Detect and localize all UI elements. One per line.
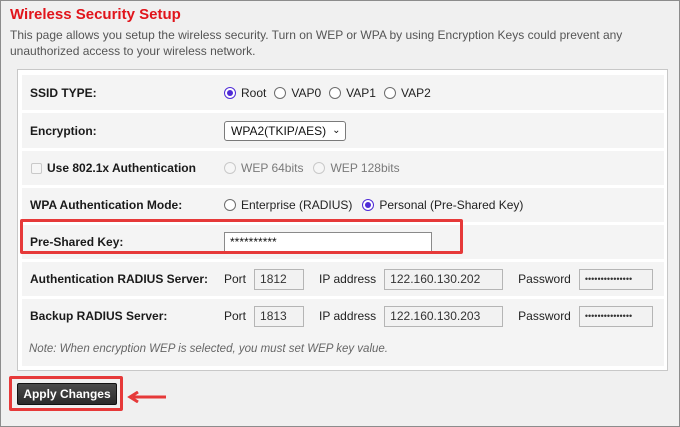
psk-row: Pre-Shared Key: ********** <box>22 225 664 259</box>
wep-128-radio[interactable] <box>313 162 326 174</box>
radius-ip-label: IP address <box>319 272 377 286</box>
apply-changes-button[interactable]: Apply Changes <box>17 383 117 405</box>
encryption-row: Encryption: WPA2(TKIP/AES) ⌄ <box>22 113 664 148</box>
radius-password-value: ••••••••••••••• <box>584 274 633 284</box>
wpa-enterprise-label: Enterprise (RADIUS) <box>241 198 353 212</box>
backup-radius-ip-label: IP address <box>319 309 377 323</box>
ssid-type-vap0-label: VAP0 <box>291 85 322 100</box>
security-settings-panel: SSID TYPE: Root VAP0 VAP1 VAP2 Encryptio… <box>17 69 668 371</box>
ssid-type-row: SSID TYPE: Root VAP0 VAP1 VAP2 <box>22 75 664 110</box>
ssid-type-vap0-option[interactable]: VAP0 <box>274 86 321 100</box>
backup-radius-port-value: 1813 <box>260 309 287 323</box>
auth-8021x-row: Use 802.1x Authentication WEP 64bits WEP… <box>22 151 664 185</box>
psk-value: ********** <box>230 235 277 249</box>
wep-note: Note: When encryption WEP is selected, y… <box>22 332 664 366</box>
backup-radius-password-input[interactable]: ••••••••••••••• <box>578 305 653 327</box>
psk-label: Pre-Shared Key: <box>30 235 124 249</box>
ssid-type-vap0-radio[interactable] <box>274 86 287 99</box>
wpa-personal-radio[interactable] <box>362 199 375 211</box>
radius-row: Authentication RADIUS Server: Port 1812 … <box>22 262 664 296</box>
wpa-mode-label: WPA Authentication Mode: <box>30 198 183 212</box>
backup-radius-password-value: ••••••••••••••• <box>584 311 633 321</box>
wep-64-label: WEP 64bits <box>241 161 304 175</box>
ssid-type-vap1-option[interactable]: VAP1 <box>329 86 376 100</box>
auth-8021x-checkbox[interactable] <box>31 162 42 174</box>
ssid-type-label: SSID TYPE: <box>30 85 97 100</box>
radius-password-input[interactable]: ••••••••••••••• <box>578 268 653 290</box>
wpa-personal-label: Personal (Pre-Shared Key) <box>379 198 524 212</box>
page-description: This page allows you setup the wireless … <box>10 28 623 58</box>
psk-input[interactable]: ********** <box>224 231 432 253</box>
wpa-enterprise-radio[interactable] <box>224 199 236 211</box>
wep-128-option[interactable]: WEP 128bits <box>313 161 400 175</box>
backup-radius-row: Backup RADIUS Server: Port 1813 IP addre… <box>22 299 664 333</box>
wpa-enterprise-option[interactable]: Enterprise (RADIUS) <box>224 198 352 212</box>
radius-ip-value: 122.160.130.202 <box>390 272 481 286</box>
backup-radius-port-label: Port <box>224 309 247 323</box>
ssid-type-vap2-radio[interactable] <box>383 86 396 99</box>
radius-ip-input[interactable]: 122.160.130.202 <box>384 268 504 290</box>
ssid-type-vap2-option[interactable]: VAP2 <box>383 85 431 100</box>
wpa-personal-option[interactable]: Personal (Pre-Shared Key) <box>362 198 523 212</box>
ssid-type-root-radio[interactable] <box>224 86 236 99</box>
arrow-left-icon <box>127 391 166 403</box>
backup-radius-ip-value: 122.160.130.203 <box>390 309 481 323</box>
wep-128-label: WEP 128bits <box>330 161 400 175</box>
wep-64-radio[interactable] <box>224 162 236 174</box>
ssid-type-root-option[interactable]: Root <box>224 86 266 100</box>
encryption-select-value: WPA2(TKIP/AES) <box>231 123 327 138</box>
radius-port-label: Port <box>224 272 247 286</box>
radius-password-label: Password <box>518 272 571 286</box>
ssid-type-vap1-radio[interactable] <box>329 86 342 99</box>
radius-label: Authentication RADIUS Server: <box>30 272 209 286</box>
ssid-type-vap2-label: VAP2 <box>400 85 431 100</box>
wpa-mode-row: WPA Authentication Mode: Enterprise (RAD… <box>22 188 664 222</box>
backup-radius-password-label: Password <box>518 309 571 323</box>
radius-port-input[interactable]: 1812 <box>254 268 305 290</box>
backup-radius-label: Backup RADIUS Server: <box>30 309 168 323</box>
page-title: Wireless Security Setup <box>10 6 181 23</box>
chevron-down-icon: ⌄ <box>332 125 341 136</box>
wep-64-option[interactable]: WEP 64bits <box>224 161 303 175</box>
encryption-select[interactable]: WPA2(TKIP/AES) ⌄ <box>224 120 346 141</box>
backup-radius-ip-input[interactable]: 122.160.130.203 <box>384 305 504 327</box>
auth-8021x-label: Use 802.1x Authentication <box>47 161 196 175</box>
ssid-type-vap1-label: VAP1 <box>346 85 376 100</box>
radius-port-value: 1812 <box>260 272 287 286</box>
encryption-label: Encryption: <box>30 123 97 138</box>
ssid-type-root-label: Root <box>241 85 267 100</box>
backup-radius-port-input[interactable]: 1813 <box>254 305 305 327</box>
